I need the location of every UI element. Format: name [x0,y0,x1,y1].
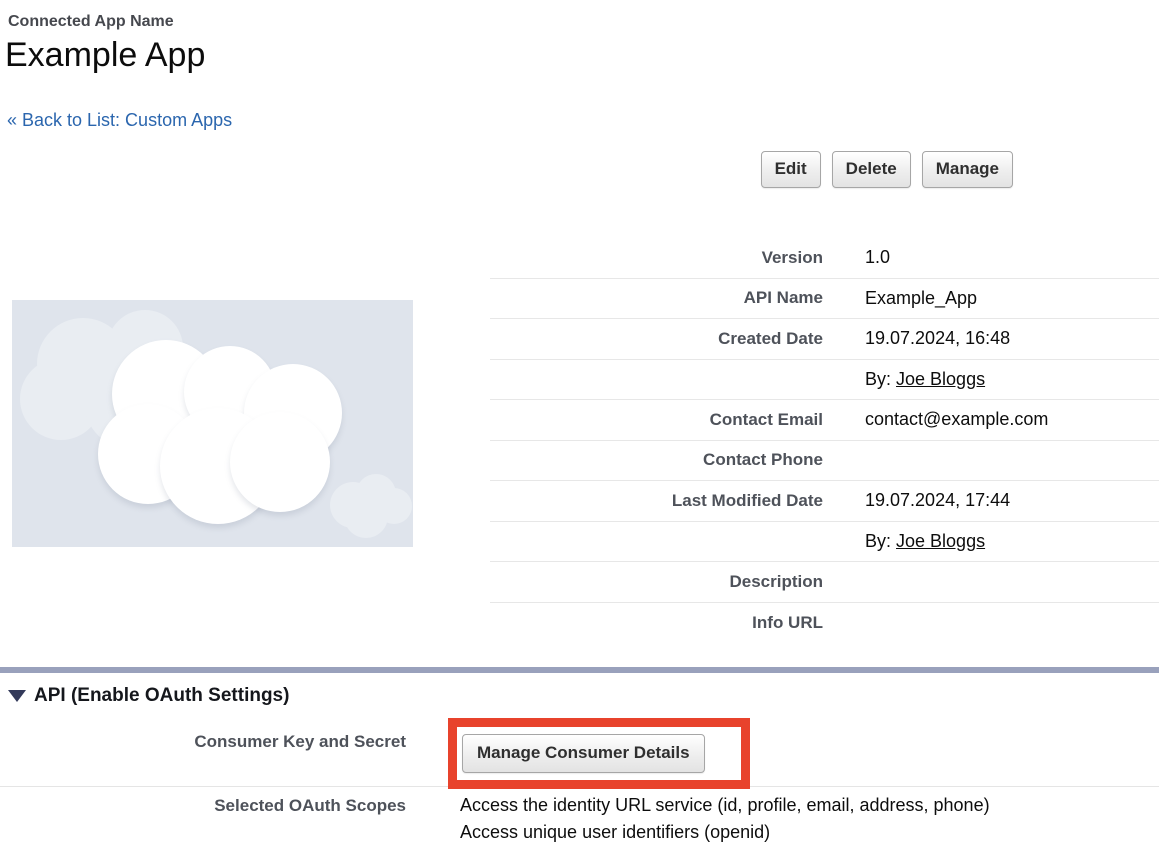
created-by-user-link[interactable]: Joe Bloggs [896,369,985,389]
annotation-highlight-box: Manage Consumer Details [448,718,750,789]
field-label: Last Modified Date [490,491,823,511]
app-logo-image [12,300,413,547]
detail-row-created-by: By: Joe Bloggs [490,360,1159,401]
detail-row-modified-by: By: Joe Bloggs [490,522,1159,563]
field-value: 1.0 [823,247,1159,268]
page-title: Example App [5,36,205,75]
delete-button[interactable]: Delete [832,151,911,188]
edit-button[interactable]: Edit [761,151,821,188]
manage-consumer-details-button[interactable]: Manage Consumer Details [462,734,705,773]
detail-row-api-name: API Name Example_App [490,279,1159,320]
oauth-scope-item: Access unique user identifiers (openid) [460,819,990,846]
by-prefix: By: [865,369,896,389]
connected-app-detail-page: Connected App Name Example App « Back to… [0,0,1159,848]
consumer-key-secret-label: Consumer Key and Secret [0,732,406,752]
by-prefix: By: [865,531,896,551]
field-label: Contact Phone [490,450,823,470]
oauth-scopes-values: Access the identity URL service (id, pro… [460,792,990,846]
detail-table: Version 1.0 API Name Example_App Created… [490,238,1159,643]
modified-by-user-link[interactable]: Joe Bloggs [896,531,985,551]
field-value: contact@example.com [823,409,1159,430]
field-value: 19.07.2024, 16:48 [823,328,1159,349]
field-value: Example_App [823,288,1159,309]
field-value: By: Joe Bloggs [823,531,1159,552]
oauth-scope-item: Access the identity URL service (id, pro… [460,792,990,819]
field-value: By: Joe Bloggs [823,369,1159,390]
connected-app-name-label: Connected App Name [8,13,174,31]
toolbar: Edit Delete Manage [761,151,1013,188]
field-label: Created Date [490,329,823,349]
field-label: API Name [490,288,823,308]
manage-button[interactable]: Manage [922,151,1013,188]
detail-row-description: Description [490,562,1159,603]
field-value: 19.07.2024, 17:44 [823,490,1159,511]
field-label: Info URL [490,613,823,633]
collapse-triangle-icon[interactable] [8,690,26,702]
detail-row-version: Version 1.0 [490,238,1159,279]
oauth-section-header: API (Enable OAuth Settings) [8,685,289,707]
detail-row-created-date: Created Date 19.07.2024, 16:48 [490,319,1159,360]
detail-row-contact-phone: Contact Phone [490,441,1159,482]
field-label: Description [490,572,823,592]
detail-row-contact-email: Contact Email contact@example.com [490,400,1159,441]
selected-oauth-scopes-label: Selected OAuth Scopes [0,796,406,816]
field-label: Contact Email [490,410,823,430]
oauth-section-title: API (Enable OAuth Settings) [34,685,289,707]
field-label: Version [490,248,823,268]
detail-row-last-modified-date: Last Modified Date 19.07.2024, 17:44 [490,481,1159,522]
back-to-list-link[interactable]: « Back to List: Custom Apps [7,110,232,131]
section-divider-bar [0,667,1159,673]
detail-row-info-url: Info URL [490,603,1159,644]
